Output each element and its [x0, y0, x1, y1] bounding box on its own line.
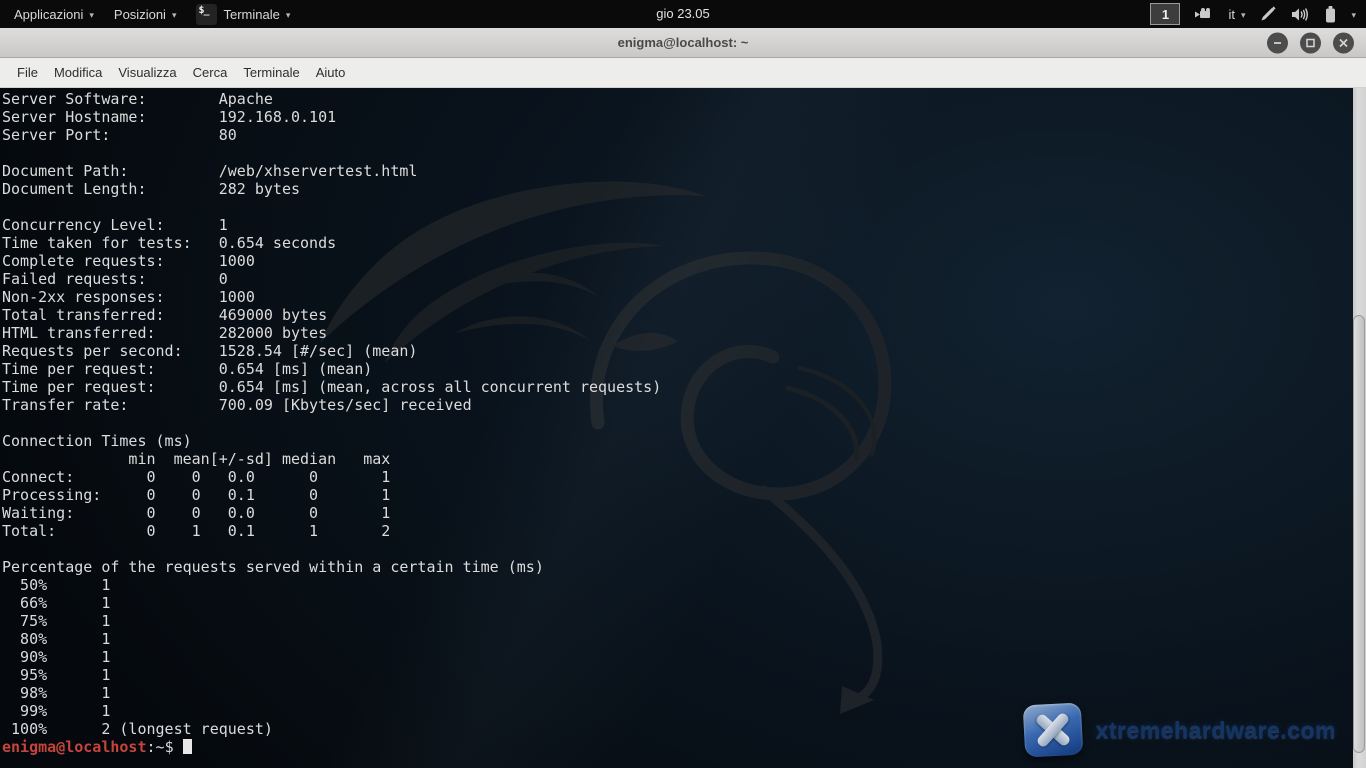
gnome-top-bar: Applicazioni ▾ Posizioni ▾ $_ Terminale … — [0, 0, 1366, 28]
menu-file[interactable]: File — [9, 58, 46, 88]
prompt-user-host: enigma@localhost — [2, 738, 147, 756]
menu-edit[interactable]: Modifica — [46, 58, 110, 88]
desktop: Applicazioni ▾ Posizioni ▾ $_ Terminale … — [0, 0, 1366, 768]
wallpaper-watermark: xtremehardware.com — [1024, 704, 1336, 756]
menu-search[interactable]: Cerca — [185, 58, 236, 88]
terminal-scrollbar-thumb[interactable] — [1353, 315, 1365, 753]
top-bar-status-area: 1 it ▾ — [1150, 3, 1366, 25]
minimize-button[interactable] — [1267, 32, 1288, 53]
terminal-menubar: File Modifica Visualizza Cerca Terminale… — [0, 58, 1366, 88]
battery-icon[interactable] — [1325, 6, 1336, 23]
terminal-cursor — [183, 739, 192, 754]
terminal-content[interactable]: Server Software: Apache Server Hostname:… — [0, 88, 1366, 768]
menu-terminal[interactable]: Terminale — [235, 58, 307, 88]
terminal-output: Server Software: Apache Server Hostname:… — [0, 88, 1366, 738]
prompt-path: ~ — [156, 738, 165, 756]
workspace-indicator[interactable]: 1 — [1150, 3, 1180, 25]
close-button[interactable] — [1333, 32, 1354, 53]
terminal-window: enigma@localhost: ~ File Modifica Visual… — [0, 28, 1366, 768]
keyboard-layout-label: it — [1228, 7, 1235, 22]
prompt-symbol: $ — [165, 738, 174, 756]
chevron-down-icon[interactable]: ▾ — [1351, 9, 1356, 20]
terminal-scrollbar-track[interactable] — [1353, 88, 1366, 768]
chevron-down-icon: ▾ — [1241, 9, 1246, 20]
maximize-button[interactable] — [1300, 32, 1321, 53]
input-pen-icon[interactable] — [1260, 6, 1276, 22]
volume-icon[interactable] — [1291, 7, 1310, 22]
xtremehardware-logo-icon — [1022, 703, 1083, 758]
keyboard-layout-menu[interactable]: it ▾ — [1228, 7, 1245, 22]
menu-view[interactable]: Visualizza — [110, 58, 184, 88]
window-title: enigma@localhost: ~ — [0, 28, 1366, 58]
prompt-separator: : — [147, 738, 156, 756]
watermark-text: xtremehardware.com — [1096, 717, 1336, 744]
screencast-camera-icon[interactable] — [1195, 8, 1213, 21]
window-controls — [1267, 32, 1354, 53]
menu-help[interactable]: Aiuto — [308, 58, 354, 88]
window-titlebar[interactable]: enigma@localhost: ~ — [0, 28, 1366, 58]
